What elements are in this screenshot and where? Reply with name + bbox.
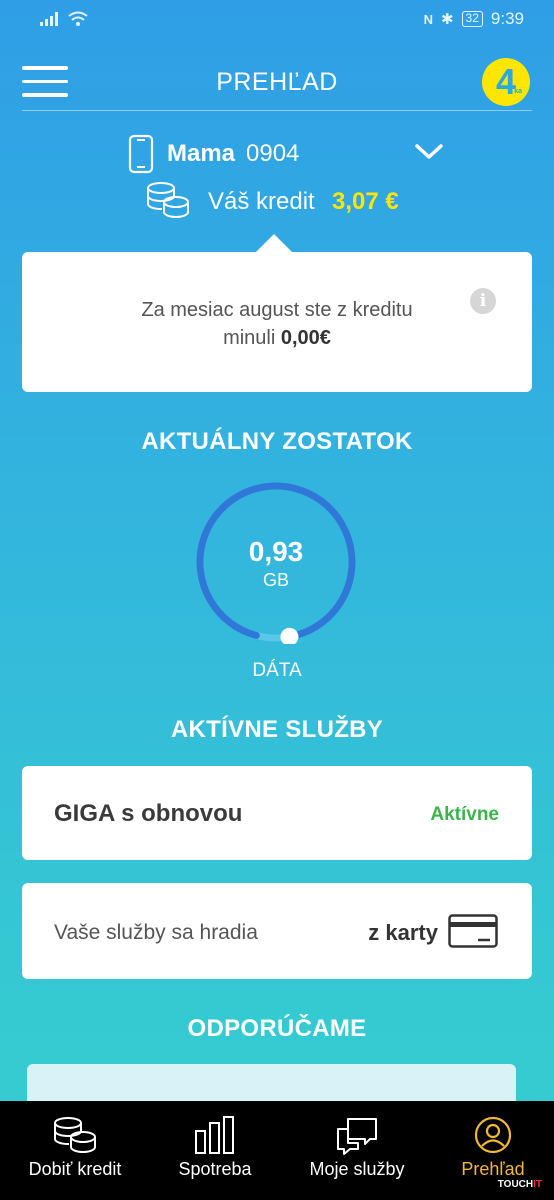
top-bar: PREHĽAD 4 ka xyxy=(0,52,554,110)
service-name: GIGA s obnovou xyxy=(54,800,243,827)
payment-value: z karty xyxy=(368,920,438,945)
nav-label-overview: Prehľad xyxy=(461,1159,525,1179)
nav-label-top-up: Dobiť kredit xyxy=(28,1159,122,1179)
service-status-badge: Aktívne xyxy=(430,804,499,825)
info-icon[interactable]: i xyxy=(470,288,496,314)
watermark-text: TOUCH xyxy=(497,1179,534,1190)
monthly-spend-text: Za mesiac august ste z kreditu minuli 0,… xyxy=(132,296,422,352)
account-name: Mama xyxy=(167,140,236,167)
bottom-navigation: Dobiť kredit Spotreba Moje služby Prehľa… xyxy=(0,1101,554,1200)
services-title: AKTÍVNE SLUŽBY xyxy=(170,716,384,743)
info-card-pointer xyxy=(256,234,292,252)
credit-card-icon xyxy=(448,914,498,948)
logo-small-text: ka xyxy=(514,88,522,95)
data-remaining-value: 0,93 xyxy=(248,536,304,567)
nav-item-usage[interactable]: Spotreba xyxy=(150,1101,280,1200)
status-bar: N ✱ 32 9:39 xyxy=(0,0,554,38)
battery-indicator: 32 xyxy=(461,11,483,27)
monthly-spend-amount: 0,00€ xyxy=(280,327,331,349)
nav-item-top-up[interactable]: Dobiť kredit xyxy=(10,1101,140,1200)
credit-label: Váš kredit xyxy=(208,188,315,215)
nav-label-usage: Spotreba xyxy=(178,1159,252,1179)
payment-method-card[interactable]: Vaše služby sa hradia z karty xyxy=(22,883,532,979)
payment-label: Vaše služby sa hradia xyxy=(54,921,258,944)
coins-icon xyxy=(53,1117,96,1153)
nav-item-my-services[interactable]: Moje služby xyxy=(292,1101,422,1200)
logo-text: 4 xyxy=(495,61,517,102)
service-card[interactable]: GIGA s obnovou Aktívne xyxy=(22,766,532,860)
profile-icon xyxy=(474,1116,512,1154)
signal-icon xyxy=(40,12,58,26)
credit-row: Váš kredit 3,07 € xyxy=(0,180,554,224)
phone-icon xyxy=(128,134,154,174)
data-label: DÁTA xyxy=(252,660,302,681)
brand-logo[interactable]: 4 ka xyxy=(482,58,530,106)
status-left xyxy=(40,11,88,27)
nav-label-my-services: Moje služby xyxy=(309,1159,405,1179)
credit-value: 3,07 € xyxy=(332,188,399,215)
coins-icon xyxy=(146,182,189,218)
data-remaining-unit: GB xyxy=(262,570,289,590)
bar-chart-icon xyxy=(195,1116,234,1154)
balance-title: AKTUÁLNY ZOSTATOK xyxy=(141,428,413,455)
watermark: TOUCHIT xyxy=(498,1179,542,1190)
wifi-icon xyxy=(68,11,88,26)
status-right: N ✱ 32 9:39 xyxy=(424,9,524,29)
monthly-spend-card: Za mesiac august ste z kreditu minuli 0,… xyxy=(22,252,532,392)
account-number: 0904 xyxy=(246,140,300,167)
monthly-spend-message: Za mesiac august ste z kreditu minuli xyxy=(141,299,413,349)
status-time: 9:39 xyxy=(490,9,524,28)
bluetooth-icon: ✱ xyxy=(440,11,454,28)
watermark-accent: IT xyxy=(533,1179,542,1190)
nfc-icon: N xyxy=(423,11,433,27)
recommend-title: ODPORÚČAME xyxy=(187,1015,367,1042)
chevron-down-icon[interactable] xyxy=(414,142,444,162)
header-divider xyxy=(22,110,532,111)
account-selector[interactable]: Mama 0904 xyxy=(0,130,554,180)
page-title: PREHĽAD xyxy=(216,68,338,96)
chat-icon xyxy=(337,1118,377,1155)
